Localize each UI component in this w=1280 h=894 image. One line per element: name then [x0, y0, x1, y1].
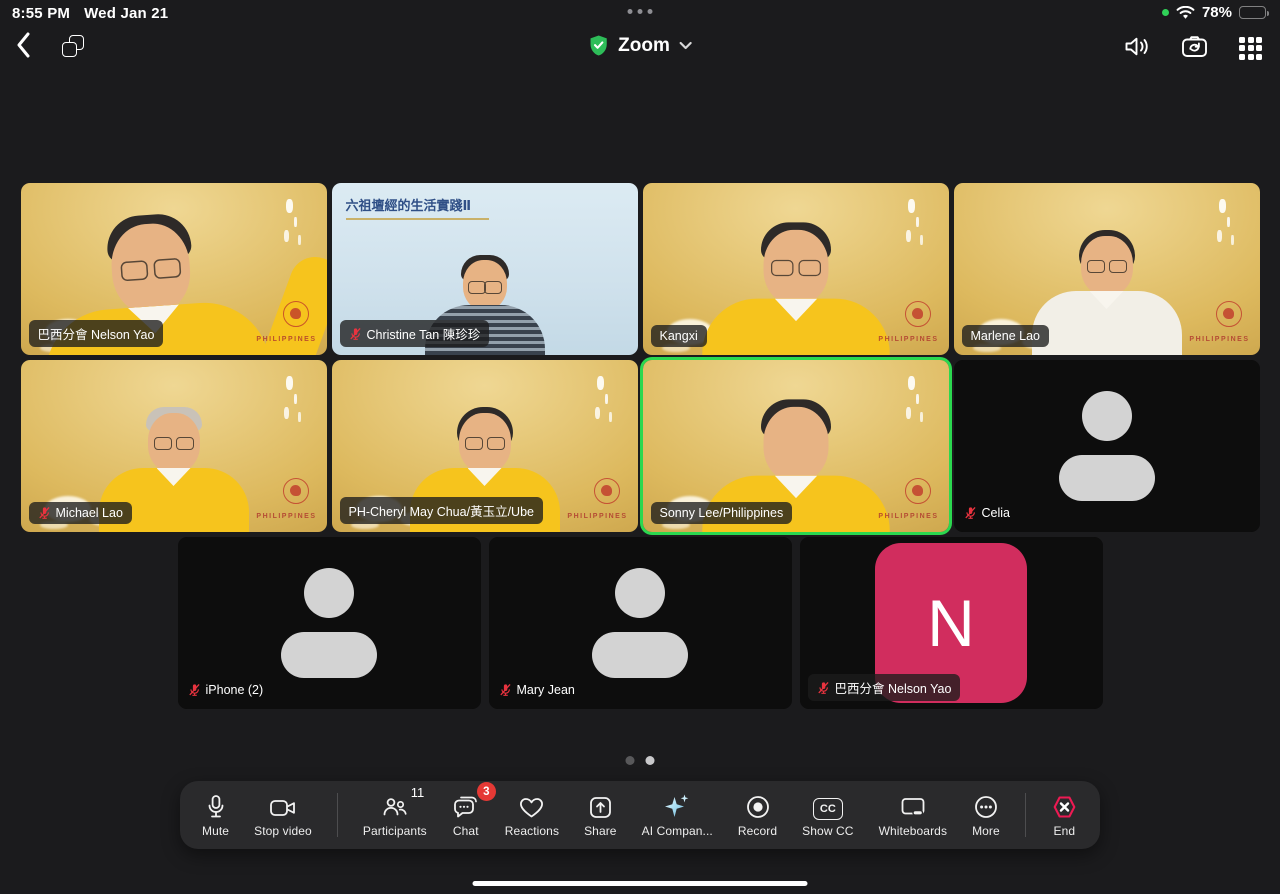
muted-mic-icon	[38, 506, 51, 520]
stop-video-button[interactable]: Stop video	[254, 792, 312, 838]
chat-icon	[452, 794, 480, 820]
mute-button[interactable]: Mute	[202, 792, 229, 838]
muted-mic-icon	[188, 683, 201, 697]
clock-time: 8:55 PM	[12, 5, 70, 22]
apps-grid-icon	[1239, 37, 1262, 60]
participant-tile-nelson-yao[interactable]: PHILIPPINES 巴西分會 Nelson Yao	[21, 183, 327, 355]
record-button[interactable]: Record	[738, 792, 777, 838]
participant-name-badge: Marlene Lao	[962, 325, 1050, 347]
participant-tile-kangxi[interactable]: PHILIPPINES Kangxi	[643, 183, 949, 355]
page-indicator	[626, 756, 655, 765]
participant-tile-christine-tan[interactable]: 六祖壇經的生活實踐Ⅱ Christine Tan 陳珍珍	[332, 183, 638, 355]
participants-count: 11	[411, 785, 425, 800]
chevron-down-icon	[679, 41, 692, 50]
nav-bar: Zoom	[0, 26, 1280, 70]
switch-camera-button[interactable]	[1180, 34, 1209, 62]
clock-date: Wed Jan 21	[84, 5, 168, 22]
avatar-silhouette	[590, 568, 690, 678]
toolbar-divider	[1025, 793, 1026, 837]
participant-tile-iphone-2[interactable]: iPhone (2)	[178, 537, 481, 709]
more-icon	[973, 794, 999, 820]
whiteboard-icon	[899, 795, 927, 820]
participant-name-badge: Michael Lao	[29, 502, 132, 524]
heart-icon	[518, 795, 545, 820]
battery-icon	[1239, 6, 1266, 19]
video-grid: PHILIPPINES 巴西分會 Nelson Yao 六祖壇經的生活實踐Ⅱ	[0, 183, 1280, 714]
participant-name-badge: 巴西分會 Nelson Yao	[29, 320, 164, 347]
participant-tile-celia[interactable]: Celia	[954, 360, 1260, 532]
speaker-icon	[1123, 34, 1150, 59]
participant-name-badge: 巴西分會 Nelson Yao	[808, 674, 961, 701]
battery-percent: 78%	[1202, 4, 1232, 21]
avatar-silhouette	[1057, 391, 1157, 501]
blia-seal-logo	[905, 301, 931, 327]
share-icon	[588, 795, 613, 820]
muted-mic-icon	[499, 683, 512, 697]
blia-seal-logo	[905, 478, 931, 504]
participant-name-badge: Sonny Lee/Philippines	[651, 502, 793, 524]
status-bar: 8:55 PM Wed Jan 21 78%	[0, 0, 1280, 26]
participant-name-badge: Celia	[962, 502, 1013, 524]
meeting-toolbar: Mute Stop video 11 Participants	[180, 781, 1100, 849]
end-call-button[interactable]: End	[1051, 792, 1078, 838]
apps-grid-button[interactable]	[1239, 37, 1262, 60]
ai-sparkle-icon	[663, 793, 691, 820]
share-button[interactable]: Share	[584, 792, 617, 838]
chat-unread-badge: 3	[477, 782, 496, 801]
participant-name-badge: Christine Tan 陳珍珍	[340, 320, 490, 347]
app-switcher-button[interactable]	[62, 35, 84, 57]
page-dot-2-active[interactable]	[646, 756, 655, 765]
participant-tile-mary-jean[interactable]: Mary Jean	[489, 537, 792, 709]
participant-name-badge: iPhone (2)	[186, 679, 266, 701]
more-button[interactable]: More	[972, 792, 1000, 838]
blia-seal-logo	[283, 478, 309, 504]
record-icon	[745, 794, 771, 820]
app-title: Zoom	[618, 35, 670, 57]
participant-name-badge: PH-Cheryl May Chua/黃玉立/Ube	[340, 497, 543, 524]
participants-icon	[381, 794, 408, 820]
green-status-dot	[1162, 9, 1169, 16]
video-camera-icon	[268, 796, 298, 820]
participant-name-badge: Mary Jean	[497, 679, 577, 701]
cc-icon: CC	[813, 798, 843, 820]
participant-name-badge: Kangxi	[651, 325, 707, 347]
philippines-watermark: PHILIPPINES	[256, 336, 316, 343]
person-figure	[689, 222, 902, 355]
participant-tile-michael-lao[interactable]: PHILIPPINES Michael Lao	[21, 360, 327, 532]
back-button[interactable]	[16, 32, 31, 61]
verified-shield-icon	[588, 34, 609, 57]
blia-seal-logo	[594, 478, 620, 504]
avatar-silhouette	[279, 568, 379, 678]
wifi-icon	[1176, 6, 1195, 20]
muted-mic-icon	[349, 327, 362, 341]
mic-icon	[204, 794, 228, 820]
blia-seal-logo	[1216, 301, 1242, 327]
participants-button[interactable]: 11 Participants	[363, 792, 427, 838]
blia-seal-logo	[283, 301, 309, 327]
end-call-icon	[1051, 794, 1078, 820]
multitask-dots-icon	[628, 9, 653, 14]
reactions-button[interactable]: Reactions	[505, 792, 559, 838]
participant-tile-cheryl-chua[interactable]: PHILIPPINES PH-Cheryl May Chua/黃玉立/Ube	[332, 360, 638, 532]
camera-flip-icon	[1180, 34, 1209, 59]
home-indicator[interactable]	[473, 881, 808, 886]
muted-mic-icon	[964, 506, 977, 520]
participant-tile-nelson-yao-2[interactable]: N 巴西分會 Nelson Yao	[800, 537, 1103, 709]
speaker-button[interactable]	[1123, 34, 1150, 62]
chat-button[interactable]: 3 Chat	[452, 792, 480, 838]
show-cc-button[interactable]: CC Show CC	[802, 792, 853, 838]
back-chevron-icon	[16, 32, 31, 58]
page-dot-1[interactable]	[626, 756, 635, 765]
ai-companion-button[interactable]: AI Compan...	[642, 792, 713, 838]
slide-title: 六祖壇經的生活實踐Ⅱ	[346, 195, 490, 220]
meeting-title-dropdown[interactable]: Zoom	[588, 34, 692, 57]
whiteboards-button[interactable]: Whiteboards	[879, 792, 947, 838]
participant-tile-sonny-lee[interactable]: PHILIPPINES Sonny Lee/Philippines	[643, 360, 949, 532]
participant-tile-marlene-lao[interactable]: PHILIPPINES Marlene Lao	[954, 183, 1260, 355]
toolbar-divider	[337, 793, 338, 837]
muted-mic-icon	[817, 681, 830, 695]
